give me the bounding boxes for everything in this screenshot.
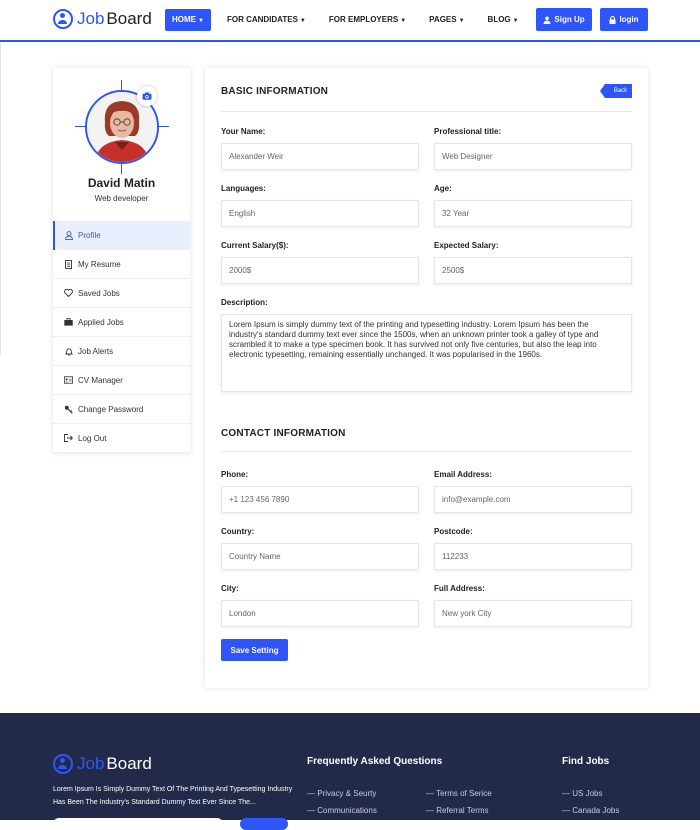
chevron-down-icon: ▼: [400, 18, 407, 24]
save-setting-button[interactable]: Save Setting: [221, 639, 288, 661]
footer-link[interactable]: Referral Terms: [426, 806, 488, 815]
brand-logo[interactable]: Job Board: [53, 9, 152, 29]
logout-icon: [64, 434, 73, 443]
profile-name: David Matin: [87, 176, 156, 190]
logo-icon: [53, 9, 73, 29]
signup-button[interactable]: Sign Up: [536, 8, 592, 31]
sidebar-item-my-resume[interactable]: My Resume: [53, 250, 190, 279]
id-card-icon: [64, 376, 73, 385]
current-salary-label: Current Salary($):: [221, 241, 289, 250]
postcode-field[interactable]: 112233: [434, 543, 632, 570]
heart-icon: [64, 289, 73, 298]
name-field[interactable]: Alexander Weir: [221, 143, 419, 170]
description-textarea[interactable]: Lorem Ipsum is simply dummy text of the …: [221, 314, 632, 392]
site-footer: Job Board Lorem Ipsum Is Simply Dummy Tex…: [0, 713, 700, 830]
brand-name-part2: Board: [106, 9, 152, 28]
divider: [221, 451, 632, 452]
postcode-label: Postcode:: [434, 527, 473, 536]
professional-title-label: Professional title:: [434, 127, 502, 136]
full-address-label: Full Address:: [434, 584, 485, 593]
login-button[interactable]: login: [600, 8, 648, 31]
email-field[interactable]: info@example.com: [434, 486, 632, 513]
expected-salary-label: Expected Salary:: [434, 241, 499, 250]
nav-for-candidates[interactable]: FOR CANDIDATES ▼: [220, 9, 313, 31]
divider: [0, 43, 1, 355]
chevron-down-icon: ▼: [299, 18, 306, 24]
contact-info-heading: CONTACT INFORMATION: [221, 428, 346, 439]
nav-home[interactable]: HOME ▼: [165, 9, 211, 31]
camera-icon[interactable]: [137, 86, 157, 106]
nav-blog[interactable]: BLOG ▼: [481, 9, 526, 31]
age-label: Age:: [434, 184, 452, 193]
lock-icon: [609, 15, 616, 24]
age-field[interactable]: 32 Year: [434, 200, 632, 227]
logo-icon: [53, 754, 73, 774]
chevron-down-icon: ▼: [198, 18, 204, 24]
basic-info-heading: BASIC INFORMATION: [221, 86, 329, 97]
bell-icon: [64, 347, 73, 356]
sidebar-item-cv-manager[interactable]: CV Manager: [53, 366, 190, 395]
phone-label: Phone:: [221, 470, 249, 479]
professional-title-field[interactable]: Web Designer: [434, 143, 632, 170]
footer-link[interactable]: Canada Jobs: [562, 806, 619, 815]
sidebar-menu: Profile My Resume Saved Jobs Applied Job…: [53, 221, 190, 453]
footer-description: Lorem Ipsum Is Simply Dummy Text Of The …: [53, 786, 293, 806]
full-address-field[interactable]: New york City: [434, 600, 632, 627]
chevron-down-icon: ▼: [512, 18, 519, 24]
chevron-down-icon: ▼: [458, 18, 465, 24]
avatar-frame: [75, 80, 169, 174]
brand-name-part1: Job: [77, 9, 105, 28]
sidebar-item-saved-jobs[interactable]: Saved Jobs: [53, 279, 190, 308]
profile-form-panel: BASIC INFORMATION Back Your Name: Alexan…: [205, 68, 648, 688]
expected-salary-field[interactable]: 2500$: [434, 257, 632, 284]
profile-sidebar: David Matin Web developer Profile My Res…: [53, 68, 190, 453]
languages-label: Languages:: [221, 184, 266, 193]
nav-pages[interactable]: PAGES ▼: [422, 9, 471, 31]
main-nav: HOME ▼ FOR CANDIDATES ▼ FOR EMPLOYERS ▼ PAG…: [165, 9, 535, 31]
city-label: City:: [221, 584, 239, 593]
back-button[interactable]: Back: [600, 84, 632, 98]
sidebar-item-log-out[interactable]: Log Out: [53, 424, 190, 453]
sidebar-item-applied-jobs[interactable]: Applied Jobs: [53, 308, 190, 337]
languages-field[interactable]: English: [221, 200, 419, 227]
phone-field[interactable]: +1 123 456 7890: [221, 486, 419, 513]
user-icon: [64, 231, 73, 240]
key-icon: [64, 405, 73, 414]
footer-link[interactable]: Communications: [307, 806, 377, 815]
document-icon: [64, 259, 73, 269]
description-label: Description:: [221, 298, 268, 307]
sidebar-item-change-password[interactable]: Change Password: [53, 395, 190, 424]
site-header: Job Board HOME ▼ FOR CANDIDATES ▼ FOR EMPLO…: [0, 0, 700, 42]
sidebar-item-profile[interactable]: Profile: [53, 221, 190, 250]
sidebar-item-job-alerts[interactable]: Job Alerts: [53, 337, 190, 366]
briefcase-icon: [64, 318, 73, 327]
current-salary-field[interactable]: 2000$: [221, 257, 419, 284]
name-label: Your Name:: [221, 127, 266, 136]
divider: [221, 111, 632, 112]
profile-role: Web developer: [94, 194, 149, 203]
country-label: Country:: [221, 527, 255, 536]
country-field[interactable]: Country Name: [221, 543, 419, 570]
find-jobs-heading: Find Jobs: [562, 756, 610, 767]
footer-link[interactable]: US Jobs: [562, 789, 602, 798]
footer-link[interactable]: Privacy & Seurty: [307, 789, 376, 798]
email-label: Email Address:: [434, 470, 492, 479]
nav-for-employers[interactable]: FOR EMPLOYERS ▼: [322, 9, 413, 31]
city-field[interactable]: London: [221, 600, 419, 627]
footer-brand-logo[interactable]: Job Board: [53, 754, 152, 774]
footer-link[interactable]: Terms of Serice: [426, 789, 492, 798]
faq-heading: Frequently Asked Questions: [307, 756, 443, 767]
user-icon: [543, 16, 551, 24]
